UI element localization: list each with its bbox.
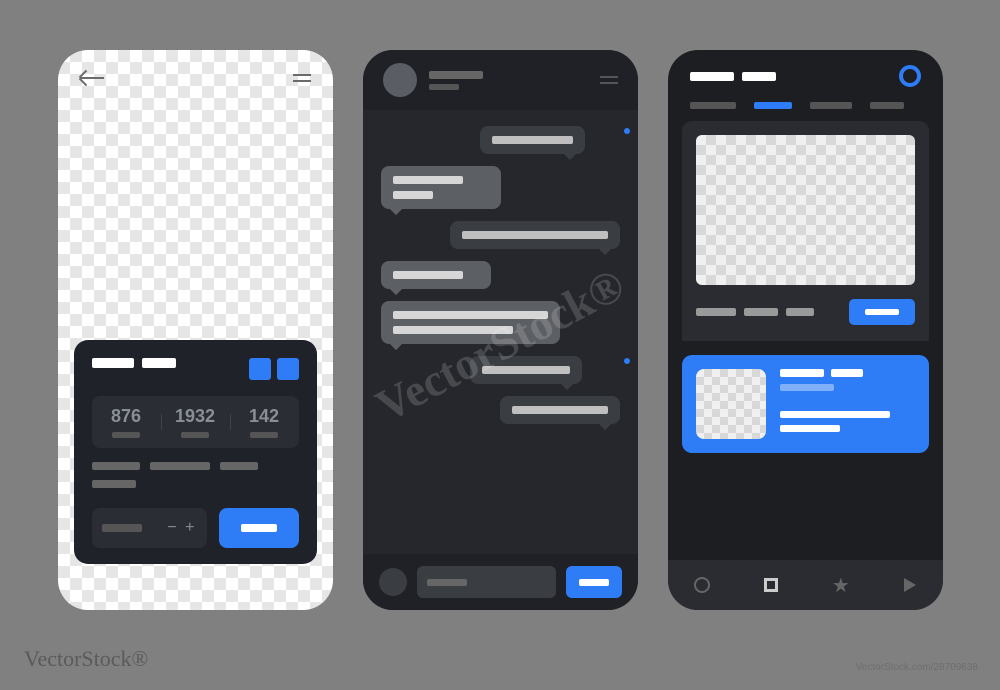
back-icon[interactable] <box>80 77 104 79</box>
text-placeholder <box>92 462 140 470</box>
qty-placeholder <box>102 524 142 532</box>
message-out[interactable] <box>470 356 583 384</box>
content-card <box>682 121 929 341</box>
tag-placeholder <box>786 308 814 316</box>
tab[interactable] <box>870 102 904 109</box>
message-out[interactable] <box>450 221 620 249</box>
message-out[interactable] <box>480 126 585 154</box>
nav-circle-icon[interactable] <box>694 577 710 593</box>
unread-dot-icon <box>624 358 630 364</box>
watermark-id: VectorStock.com/28709638 <box>856 661 978 674</box>
message-input[interactable] <box>417 566 556 598</box>
title-placeholder <box>690 72 734 81</box>
username-placeholder <box>429 71 483 79</box>
tab-bar <box>668 102 943 121</box>
topbar <box>58 50 333 105</box>
promo-title <box>831 369 863 377</box>
promo-thumbnail <box>696 369 766 439</box>
quantity-stepper[interactable]: − + <box>92 508 207 548</box>
text-placeholder <box>150 462 210 470</box>
add-button[interactable] <box>219 508 299 548</box>
stat-value: 1932 <box>161 406 230 427</box>
promo-title <box>780 369 824 377</box>
send-button[interactable] <box>566 566 622 598</box>
phone-product: 876 1932 142 <box>58 50 333 610</box>
message-in[interactable] <box>381 261 491 289</box>
promo-sub <box>780 384 834 391</box>
title-placeholder <box>92 358 134 368</box>
stat-value: 142 <box>230 406 299 427</box>
tab-active[interactable] <box>754 102 792 109</box>
tag-placeholder <box>696 308 736 316</box>
stat-value: 876 <box>92 406 161 427</box>
phone-chat <box>363 50 638 610</box>
product-card: 876 1932 142 <box>74 340 317 564</box>
image-placeholder[interactable] <box>696 135 915 285</box>
promo-card[interactable] <box>682 355 929 453</box>
promo-text <box>780 425 840 432</box>
menu-icon[interactable] <box>293 74 311 82</box>
plus-minus-icon[interactable]: − + <box>167 519 196 537</box>
action-button[interactable] <box>849 299 915 325</box>
stat-label <box>181 432 209 438</box>
menu-icon[interactable] <box>600 76 618 84</box>
promo-text <box>780 411 890 418</box>
option-swatch[interactable] <box>249 358 271 380</box>
chat-header <box>363 50 638 110</box>
option-swatch[interactable] <box>277 358 299 380</box>
title-placeholder <box>742 72 776 81</box>
message-out[interactable] <box>500 396 620 424</box>
stat-item: 1932 <box>161 406 230 438</box>
nav-play-icon[interactable] <box>904 578 916 592</box>
header <box>668 50 943 102</box>
stat-label <box>250 432 278 438</box>
message-in[interactable] <box>381 301 560 344</box>
stat-item: 142 <box>230 406 299 438</box>
message-in[interactable] <box>381 166 501 209</box>
profile-ring-icon[interactable] <box>899 65 921 87</box>
stat-item: 876 <box>92 406 161 438</box>
watermark-brand: VectorStock® <box>24 646 148 672</box>
phone-feed: ★ <box>668 50 943 610</box>
bottom-nav: ★ <box>668 560 943 610</box>
title-placeholder <box>142 358 176 368</box>
message-list <box>363 110 638 424</box>
unread-dot-icon <box>624 128 630 134</box>
tab[interactable] <box>810 102 852 109</box>
status-placeholder <box>429 84 459 90</box>
nav-square-icon[interactable] <box>764 578 778 592</box>
mic-icon[interactable] <box>379 568 407 596</box>
avatar[interactable] <box>383 63 417 97</box>
stats-row: 876 1932 142 <box>92 396 299 448</box>
text-placeholder <box>220 462 258 470</box>
tag-placeholder <box>744 308 778 316</box>
stat-label <box>112 432 140 438</box>
tab[interactable] <box>690 102 736 109</box>
text-placeholder <box>92 480 136 488</box>
chat-input-bar <box>363 554 638 610</box>
nav-star-icon[interactable]: ★ <box>832 573 850 598</box>
